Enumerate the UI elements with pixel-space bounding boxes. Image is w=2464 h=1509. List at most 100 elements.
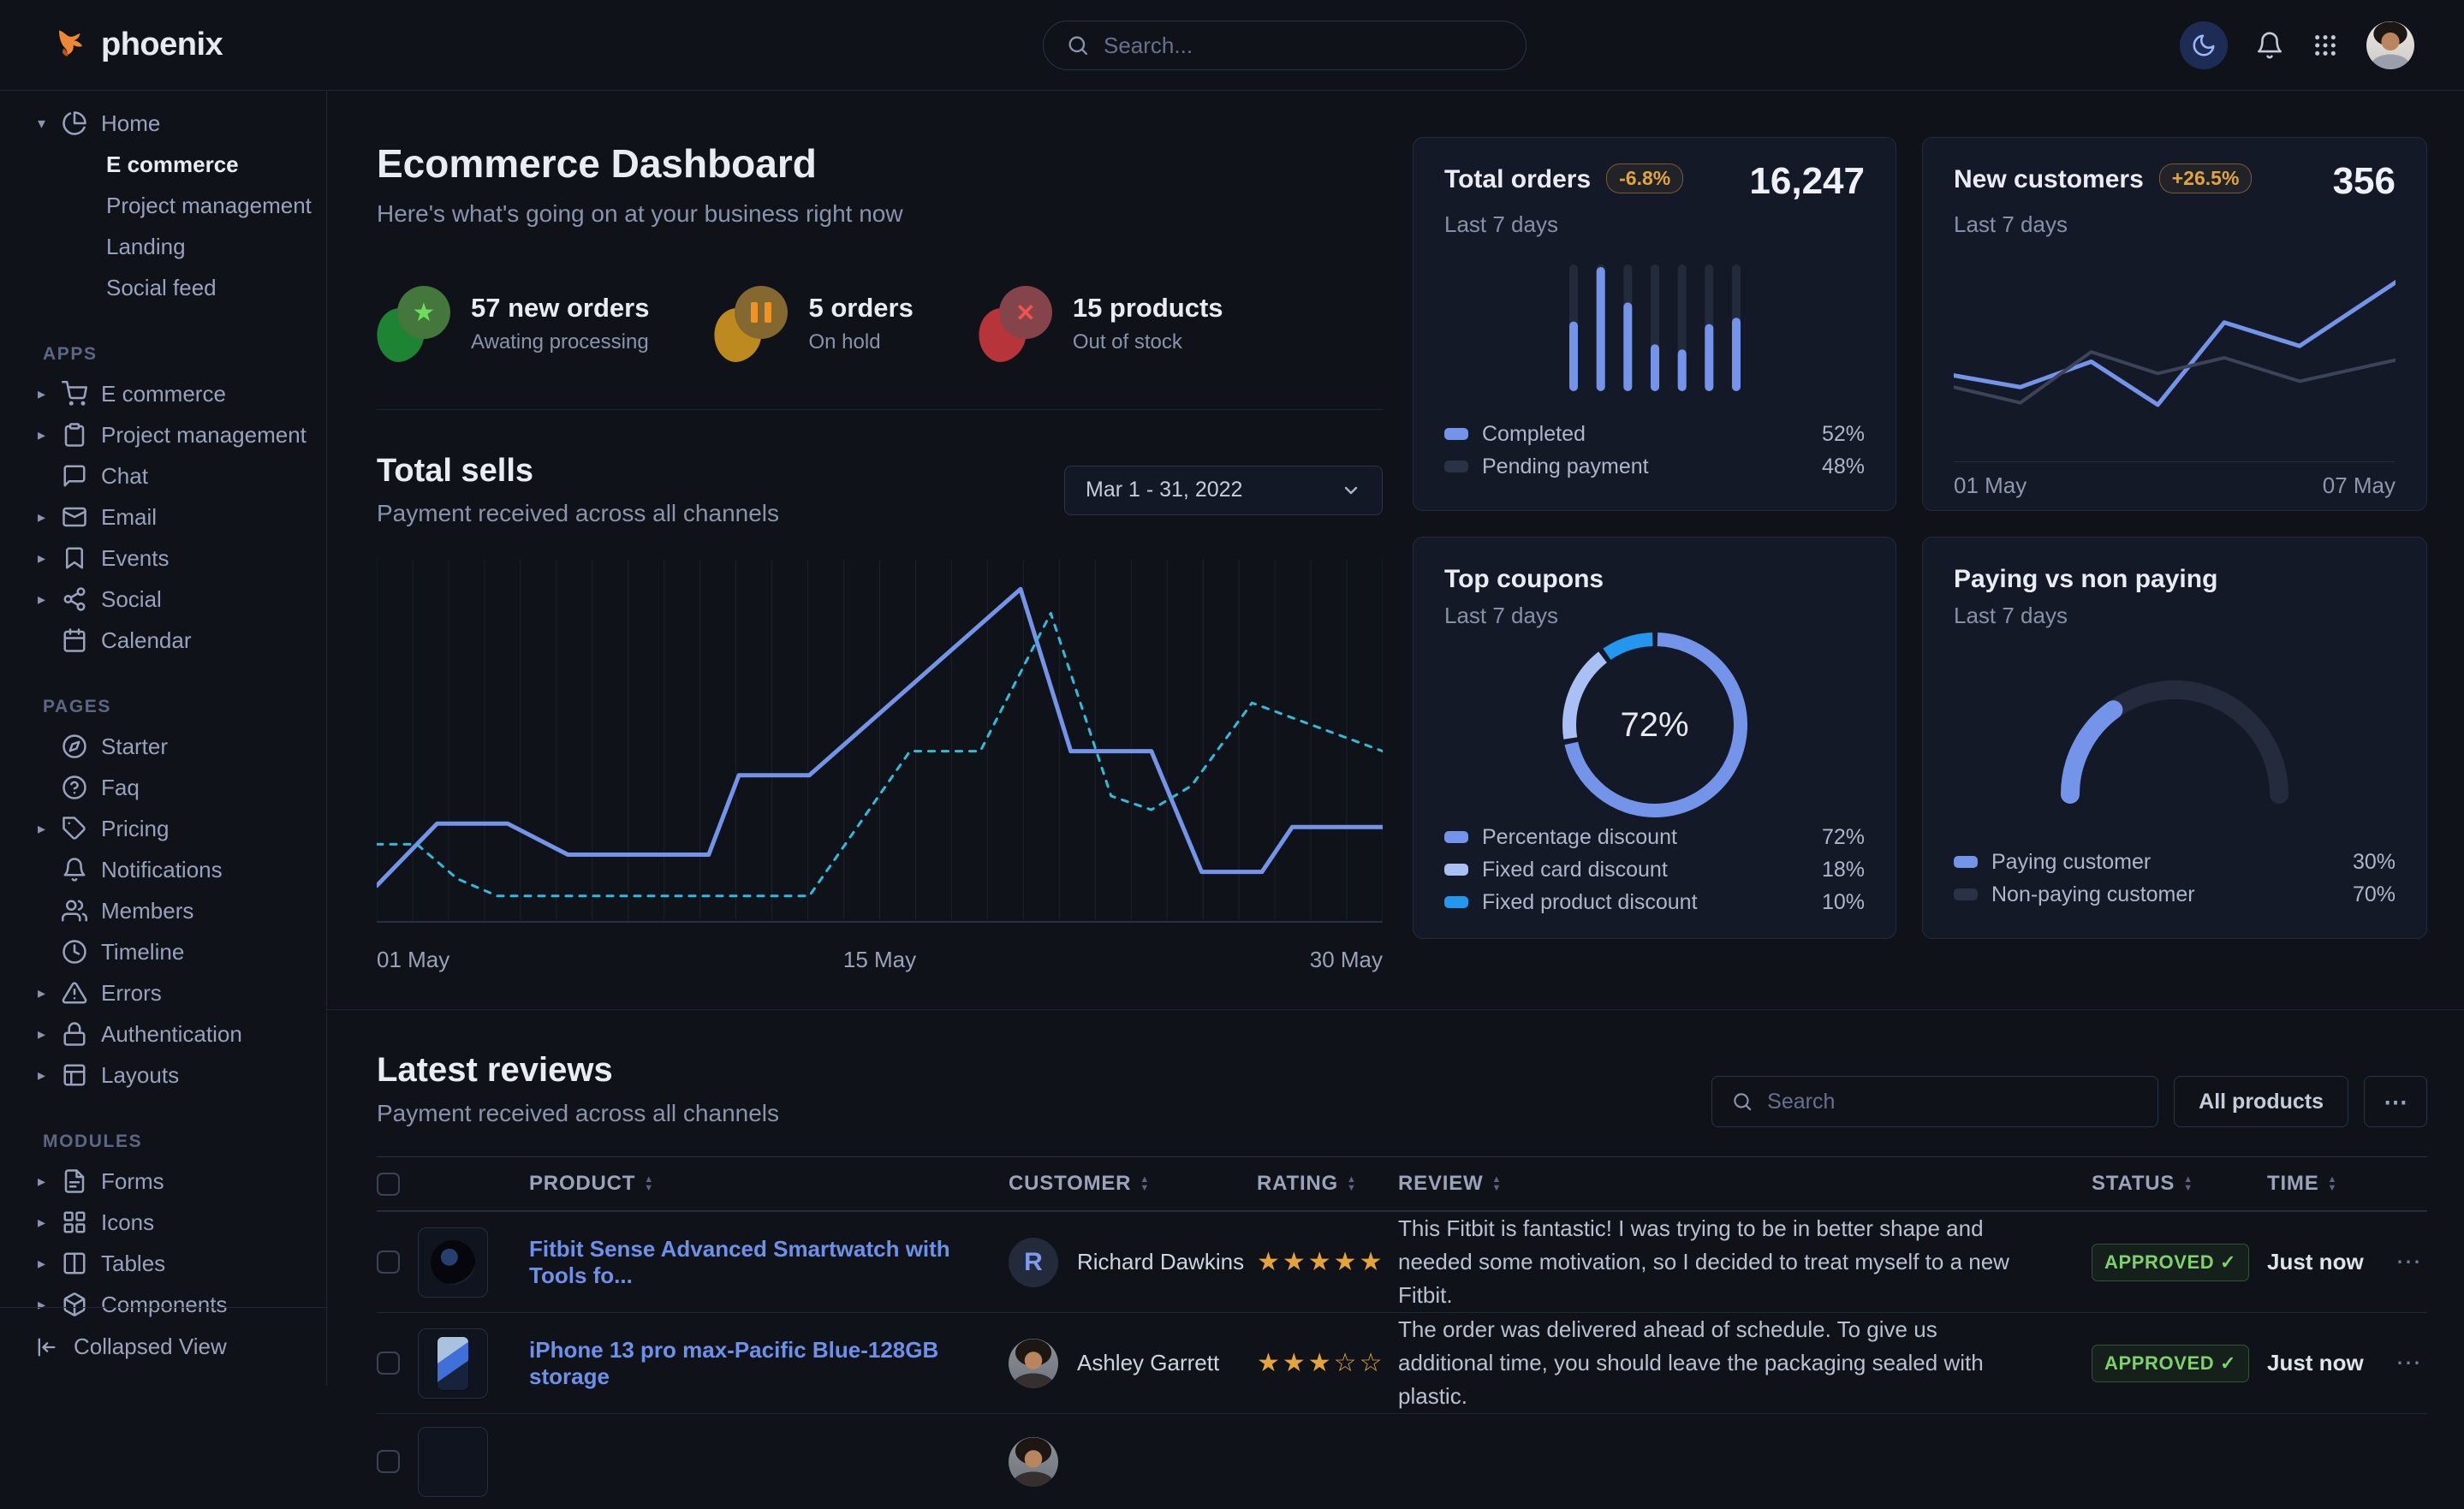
card-period: Last 7 days xyxy=(1954,603,2396,629)
sidebar-subitem-social-feed[interactable]: Social feed xyxy=(0,267,326,308)
product-thumbnail[interactable] xyxy=(418,1227,488,1298)
column-label: STATUS xyxy=(2092,1172,2175,1196)
row-menu-button[interactable]: ⋯ xyxy=(2396,1247,2427,1277)
product-thumbnail[interactable] xyxy=(418,1328,488,1399)
sidebar-item-home[interactable]: ▾Home xyxy=(0,103,326,144)
latest-reviews-section: Latest reviews Payment received across a… xyxy=(377,1051,2427,1509)
legend-swatch xyxy=(1444,460,1468,472)
sidebar-item-tables[interactable]: ▸Tables xyxy=(0,1243,326,1284)
date-range-select[interactable]: Mar 1 - 31, 2022 xyxy=(1064,466,1383,515)
customer-avatar xyxy=(1009,1339,1058,1388)
sidebar-subitem-landing[interactable]: Landing xyxy=(0,226,326,267)
sidebar-item-icons[interactable]: ▸Icons xyxy=(0,1202,326,1243)
column-header-customer[interactable]: CUSTOMER▲▼ xyxy=(1009,1172,1257,1196)
total-orders-card: Total orders -6.8% 16,247 Last 7 days Co… xyxy=(1413,137,1896,511)
legend-value: 18% xyxy=(1822,858,1865,882)
more-options-button[interactable]: ⋯ xyxy=(2364,1076,2427,1127)
sidebar-section-label: PAGES xyxy=(43,697,326,717)
reviews-search-input[interactable] xyxy=(1767,1090,2139,1114)
sidebar-item-calendar[interactable]: Calendar xyxy=(0,620,326,661)
sidebar-item-e-commerce[interactable]: ▸E commerce xyxy=(0,373,326,414)
sidebar-item-label: Social xyxy=(101,586,162,613)
sidebar-item-social[interactable]: ▸Social xyxy=(0,579,326,620)
table-icon xyxy=(62,1251,87,1276)
sidebar-item-label: Members xyxy=(101,898,193,924)
stat-value: 15 products xyxy=(1073,293,1223,324)
apps-grid-button[interactable] xyxy=(2312,32,2339,59)
row-checkbox[interactable] xyxy=(377,1251,400,1274)
column-header-rating[interactable]: RATING▲▼ xyxy=(1257,1172,1398,1196)
column-header-product[interactable]: PRODUCT▲▼ xyxy=(529,1172,1009,1196)
sidebar-item-project-management[interactable]: ▸Project management xyxy=(0,414,326,455)
product-link[interactable]: Fitbit Sense Advanced Smartwatch with To… xyxy=(529,1236,1009,1289)
page-subtitle: Here's what's going on at your business … xyxy=(377,200,1383,228)
sidebar-item-events[interactable]: ▸Events xyxy=(0,538,326,579)
sort-icon: ▲▼ xyxy=(2328,1175,2338,1192)
chevron-down-icon xyxy=(1341,480,1361,501)
help-icon xyxy=(62,775,87,800)
select-all-checkbox[interactable] xyxy=(377,1173,400,1196)
sidebar-item-starter[interactable]: Starter xyxy=(0,726,326,767)
bookmark-icon xyxy=(62,545,87,571)
sidebar-item-authentication[interactable]: ▸Authentication xyxy=(0,1013,326,1055)
app-logo[interactable]: phoenix xyxy=(53,27,223,63)
customer-cell: RRichard Dawkins xyxy=(1009,1238,1257,1287)
stat-green: 57 new ordersAwating processing xyxy=(377,284,649,363)
reviews-table: PRODUCT▲▼CUSTOMER▲▼RATING▲▼REVIEW▲▼STATU… xyxy=(377,1156,2427,1509)
kpi-cards: Total orders -6.8% 16,247 Last 7 days Co… xyxy=(1413,137,2427,973)
chevron-right-icon: ▸ xyxy=(38,1066,62,1084)
sidebar-item-members[interactable]: Members xyxy=(0,890,326,931)
chevron-right-icon: ▸ xyxy=(38,1214,62,1232)
row-menu-button[interactable]: ⋯ xyxy=(2396,1348,2427,1378)
sidebar-item-layouts[interactable]: ▸Layouts xyxy=(0,1055,326,1096)
legend-row: Fixed product discount10% xyxy=(1444,886,1865,918)
notifications-button[interactable] xyxy=(2255,31,2284,60)
product-thumbnail[interactable] xyxy=(418,1427,488,1497)
user-avatar[interactable] xyxy=(2366,21,2414,69)
dashboard-left-column: Ecommerce Dashboard Here's what's going … xyxy=(377,137,1383,973)
legend-value: 10% xyxy=(1822,890,1865,915)
sidebar-subitem-project-management[interactable]: Project management xyxy=(0,185,326,226)
reviews-search[interactable] xyxy=(1711,1076,2158,1127)
sidebar-item-notifications[interactable]: Notifications xyxy=(0,849,326,890)
paying-gauge-chart xyxy=(2055,669,2294,806)
card-period: Last 7 days xyxy=(1444,603,1865,629)
collapsed-view-toggle[interactable]: Collapsed View xyxy=(0,1307,326,1386)
product-link[interactable]: iPhone 13 pro max-Pacific Blue-128GB sto… xyxy=(529,1337,1009,1390)
sidebar-item-errors[interactable]: ▸Errors xyxy=(0,972,326,1013)
card-value: 356 xyxy=(2333,160,2396,203)
legend-value: 48% xyxy=(1822,454,1865,479)
stat-orange: 5 ordersOn hold xyxy=(714,284,913,363)
section-divider xyxy=(327,1009,2464,1010)
star-icon xyxy=(413,298,436,328)
sidebar-item-chat[interactable]: Chat xyxy=(0,455,326,496)
sidebar-subitem-e-commerce[interactable]: E commerce xyxy=(0,144,326,185)
sidebar-item-label: Timeline xyxy=(101,939,184,965)
column-header-review[interactable]: REVIEW▲▼ xyxy=(1398,1172,2092,1196)
sidebar-item-faq[interactable]: Faq xyxy=(0,767,326,808)
moon-icon xyxy=(2191,33,2217,58)
legend-swatch xyxy=(1954,856,1978,868)
chevron-right-icon: ▸ xyxy=(38,1025,62,1043)
global-search-input[interactable] xyxy=(1104,33,1503,59)
row-checkbox[interactable] xyxy=(377,1352,400,1375)
legend-value: 72% xyxy=(1822,825,1865,850)
sidebar-item-timeline[interactable]: Timeline xyxy=(0,931,326,972)
column-header-status[interactable]: STATUS▲▼ xyxy=(2092,1172,2267,1196)
legend-row: Non-paying customer70% xyxy=(1954,878,2396,911)
sidebar-item-forms[interactable]: ▸Forms xyxy=(0,1161,326,1202)
sidebar-item-pricing[interactable]: ▸Pricing xyxy=(0,808,326,849)
all-products-button[interactable]: All products xyxy=(2174,1076,2348,1127)
sort-icon: ▲▼ xyxy=(1140,1175,1150,1192)
sidebar: ▾HomeE commerceProject managementLanding… xyxy=(0,91,327,1386)
total-sells-chart xyxy=(377,556,1383,937)
legend-label: Non-paying customer xyxy=(1991,882,2195,907)
sort-icon: ▲▼ xyxy=(1347,1175,1357,1192)
x-label-start: 01 May xyxy=(1954,472,2027,499)
global-search[interactable] xyxy=(1043,21,1527,70)
column-header-time[interactable]: TIME▲▼ xyxy=(2267,1172,2396,1196)
sidebar-item-email[interactable]: ▸Email xyxy=(0,496,326,538)
row-checkbox[interactable] xyxy=(377,1450,400,1473)
theme-toggle-button[interactable] xyxy=(2180,21,2228,69)
sidebar-item-label: Starter xyxy=(101,734,168,760)
